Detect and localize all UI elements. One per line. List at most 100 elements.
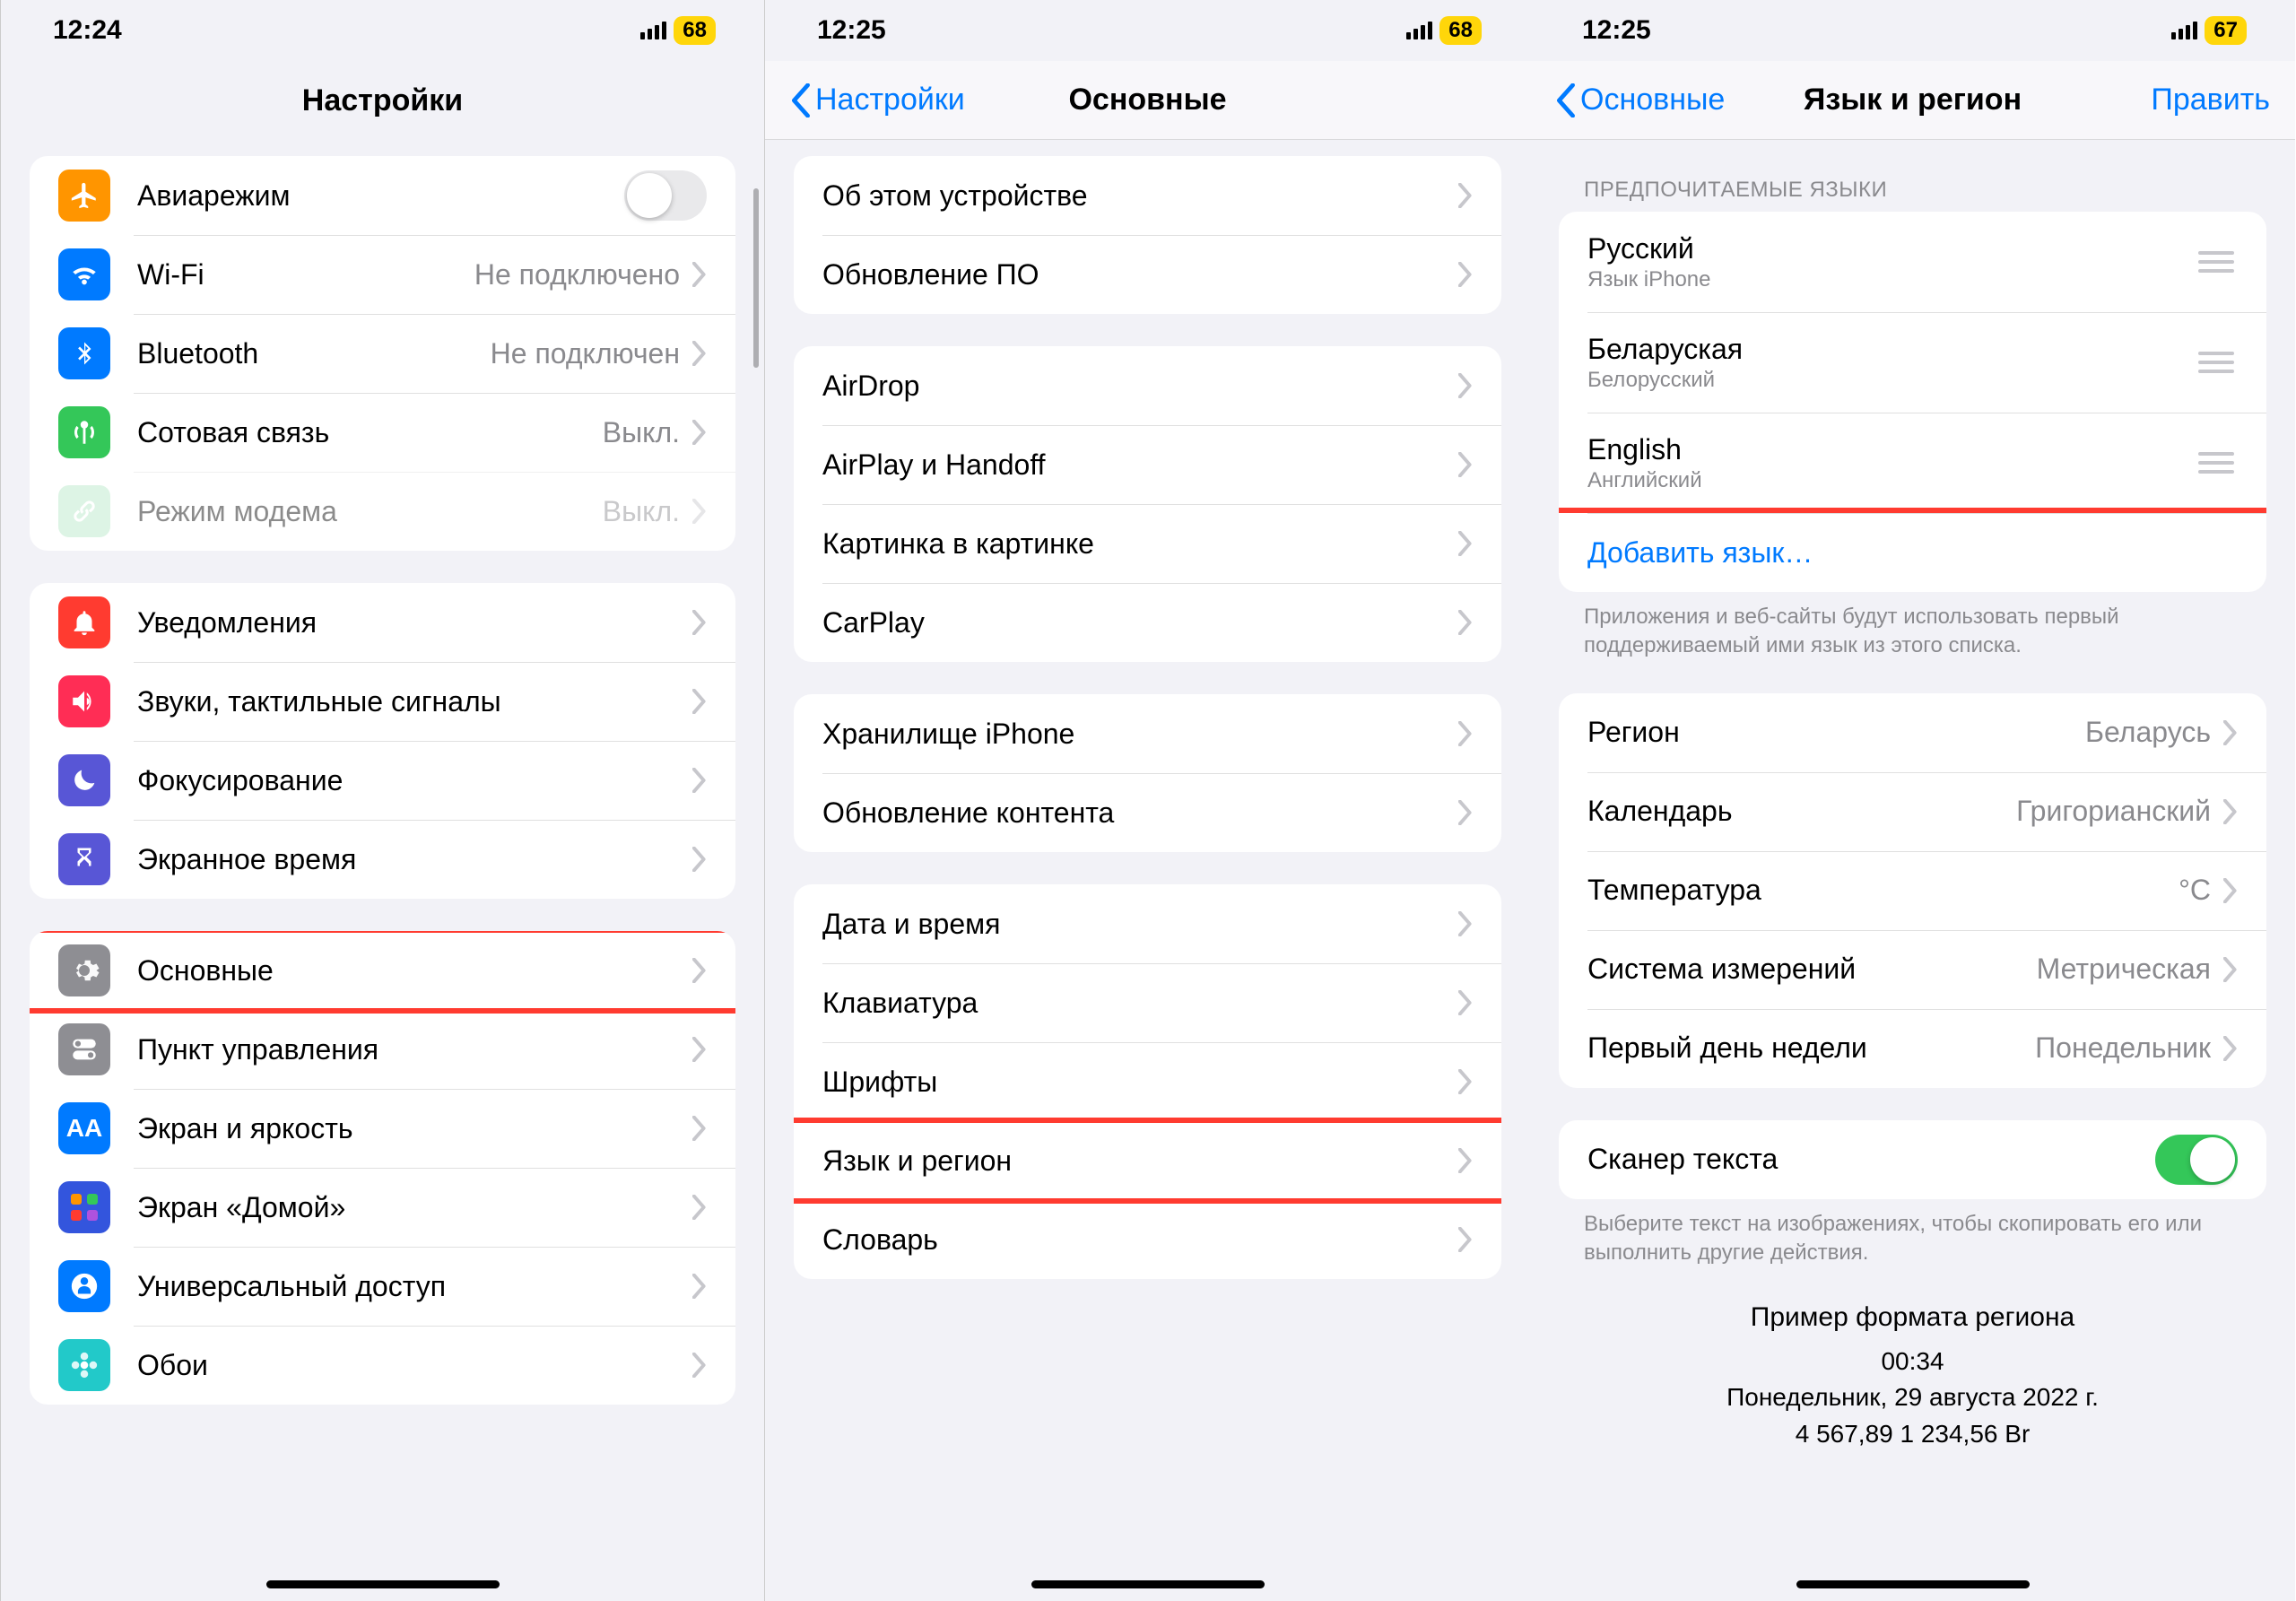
row-language-region[interactable]: Язык и регион xyxy=(794,1121,1501,1200)
back-button[interactable]: Основные xyxy=(1555,83,1725,117)
chevron-right-icon xyxy=(2223,720,2238,745)
toggle[interactable] xyxy=(624,170,707,221)
reorder-handle-icon[interactable] xyxy=(2195,447,2238,479)
chevron-right-icon xyxy=(692,1274,707,1299)
group-general: Основные Пункт управления AA Экран и ярк… xyxy=(30,931,735,1405)
group-connectivity: Авиарежим Wi-Fi Не подключено Bluetooth … xyxy=(30,156,735,551)
row-dictionary[interactable]: Словарь xyxy=(794,1200,1501,1279)
row-label: Сканер текста xyxy=(1587,1143,2155,1176)
row-wallpaper[interactable]: Обои xyxy=(30,1326,735,1405)
add-language-row[interactable]: Добавить язык… xyxy=(1559,513,2266,592)
chevron-right-icon xyxy=(692,847,707,872)
row-hotspot[interactable]: Режим модема Выкл. xyxy=(30,472,735,551)
row-label: Словарь xyxy=(822,1223,1458,1257)
chevron-right-icon xyxy=(692,262,707,287)
row-label: Режим модема xyxy=(137,495,603,528)
link-icon xyxy=(58,485,110,537)
home-indicator[interactable] xyxy=(266,1580,500,1588)
row-display[interactable]: AA Экран и яркость xyxy=(30,1089,735,1168)
language-label: Русский xyxy=(1587,232,2195,265)
row-label: Клавиатура xyxy=(822,987,1458,1020)
row-airdrop[interactable]: AirDrop xyxy=(794,346,1501,425)
chevron-right-icon xyxy=(1458,183,1473,208)
aa-icon: AA xyxy=(58,1102,110,1154)
row-label: Универсальный доступ xyxy=(137,1270,692,1303)
row-background-refresh[interactable]: Обновление контента xyxy=(794,773,1501,852)
antenna-icon xyxy=(58,406,110,458)
home-indicator[interactable] xyxy=(1031,1580,1265,1588)
row-screen-time[interactable]: Экранное время xyxy=(30,820,735,899)
chevron-right-icon xyxy=(2223,799,2238,824)
chevron-right-icon xyxy=(1458,911,1473,936)
signal-icon xyxy=(640,22,666,39)
language-row-english[interactable]: English Английский xyxy=(1559,413,2266,513)
row-pip[interactable]: Картинка в картинке xyxy=(794,504,1501,583)
row-carplay[interactable]: CarPlay xyxy=(794,583,1501,662)
language-row-russian[interactable]: Русский Язык iPhone xyxy=(1559,212,2266,312)
row-sounds[interactable]: Звуки, тактильные сигналы xyxy=(30,662,735,741)
row-notifications[interactable]: Уведомления xyxy=(30,583,735,662)
status-bar: 12:24 68 xyxy=(1,0,764,61)
row-general[interactable]: Основные xyxy=(30,931,735,1010)
row-label: Звуки, тактильные сигналы xyxy=(137,685,692,718)
row-value: Выкл. xyxy=(603,416,680,449)
row-label: Температура xyxy=(1587,874,2179,907)
row-label: Обновление контента xyxy=(822,796,1458,830)
row-airplay[interactable]: AirPlay и Handoff xyxy=(794,425,1501,504)
row-label: AirPlay и Handoff xyxy=(822,448,1458,482)
chevron-right-icon xyxy=(1458,990,1473,1015)
chevron-right-icon xyxy=(692,610,707,635)
row-keyboard[interactable]: Клавиатура xyxy=(794,963,1501,1042)
section-footer-text-scan: Выберите текст на изображениях, чтобы ск… xyxy=(1584,1210,2241,1268)
reorder-handle-icon[interactable] xyxy=(2195,346,2238,378)
row-fonts[interactable]: Шрифты xyxy=(794,1042,1501,1121)
scroll-indicator xyxy=(753,188,759,368)
row-home-screen[interactable]: Экран «Домой» xyxy=(30,1168,735,1247)
grid-icon xyxy=(58,1181,110,1233)
page-title: Настройки xyxy=(1,83,764,118)
plane-icon xyxy=(58,170,110,222)
row-control-center[interactable]: Пункт управления xyxy=(30,1010,735,1089)
language-sublabel: Белорусский xyxy=(1587,368,2195,393)
row-cellular[interactable]: Сотовая связь Выкл. xyxy=(30,393,735,472)
nav-bar: Основные Язык и регион Править xyxy=(1530,61,2295,140)
chevron-left-icon xyxy=(790,83,812,117)
group-keyboard: Дата и время Клавиатура Шрифты Язык и ре… xyxy=(794,884,1501,1279)
edit-button[interactable]: Править xyxy=(2151,83,2270,117)
row-wifi[interactable]: Wi-Fi Не подключено xyxy=(30,235,735,314)
toggle[interactable] xyxy=(2155,1135,2238,1185)
group-storage: Хранилище iPhone Обновление контента xyxy=(794,694,1501,852)
language-row-belarusian[interactable]: Беларуская Белорусский xyxy=(1559,312,2266,413)
group-airplay: AirDrop AirPlay и Handoff Картинка в кар… xyxy=(794,346,1501,662)
row-label: Дата и время xyxy=(822,908,1458,941)
row-focus[interactable]: Фокусирование xyxy=(30,741,735,820)
row-accessibility[interactable]: Универсальный доступ xyxy=(30,1247,735,1326)
home-indicator[interactable] xyxy=(1796,1580,2030,1588)
row-measurement[interactable]: Система измерений Метрическая xyxy=(1559,930,2266,1009)
row-airplane[interactable]: Авиарежим xyxy=(30,156,735,235)
row-value: Выкл. xyxy=(603,495,680,528)
nav-bar: Настройки Основные xyxy=(765,61,1530,140)
row-date-time[interactable]: Дата и время xyxy=(794,884,1501,963)
region-format-example: Пример формата региона 00:34 Понедельник… xyxy=(1530,1302,2295,1453)
chevron-right-icon xyxy=(2223,878,2238,903)
row-first-day[interactable]: Первый день недели Понедельник xyxy=(1559,1009,2266,1088)
row-software-update[interactable]: Обновление ПО xyxy=(794,235,1501,314)
row-label: Экранное время xyxy=(137,843,692,876)
hourglass-icon xyxy=(58,833,110,885)
row-region[interactable]: Регион Беларусь xyxy=(1559,693,2266,772)
row-label: Первый день недели xyxy=(1587,1031,2035,1065)
row-temperature[interactable]: Температура °C xyxy=(1559,851,2266,930)
row-calendar[interactable]: Календарь Григорианский xyxy=(1559,772,2266,851)
row-label: Экран «Домой» xyxy=(137,1191,692,1224)
row-text-scanner[interactable]: Сканер текста xyxy=(1559,1120,2266,1199)
back-button[interactable]: Настройки xyxy=(790,83,965,117)
bt-icon xyxy=(58,327,110,379)
row-bluetooth[interactable]: Bluetooth Не подключен xyxy=(30,314,735,393)
row-storage[interactable]: Хранилище iPhone xyxy=(794,694,1501,773)
row-about[interactable]: Об этом устройстве xyxy=(794,156,1501,235)
phone-general: 12:25 68 Настройки Основные Об этом устр… xyxy=(765,0,1530,1601)
reorder-handle-icon[interactable] xyxy=(2195,246,2238,278)
switches-icon xyxy=(58,1023,110,1075)
gear-icon xyxy=(58,944,110,996)
